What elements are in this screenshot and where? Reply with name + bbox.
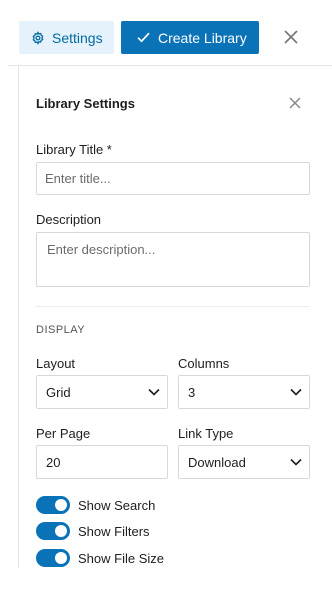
display-section-title: DISPLAY (36, 324, 86, 336)
chevron-down-icon (290, 458, 302, 466)
description-textarea[interactable] (36, 232, 310, 287)
show-file-size-label: Show File Size (78, 550, 164, 566)
link-type-label: Link Type (178, 426, 234, 441)
close-icon (284, 30, 298, 44)
show-search-label: Show Search (78, 497, 156, 513)
chevron-down-icon (290, 388, 302, 396)
section-divider (36, 306, 310, 307)
library-title-input[interactable] (36, 162, 310, 195)
show-filters-toggle[interactable]: Show Filters (36, 521, 150, 541)
toggle-switch[interactable] (36, 496, 70, 514)
link-type-select[interactable]: Download (178, 445, 310, 479)
description-label: Description (36, 212, 102, 227)
settings-button-label: Settings (52, 29, 103, 46)
link-type-select-value: Download (188, 454, 246, 470)
per-page-input[interactable] (36, 445, 168, 479)
create-library-button[interactable]: Create Library (121, 21, 259, 54)
library-settings-panel: Library Settings Library Title * Descrip… (18, 66, 332, 568)
top-toolbar: Settings Create Library (0, 0, 332, 66)
toggle-switch[interactable] (36, 522, 70, 540)
layout-label: Layout (36, 356, 76, 371)
layout-select[interactable]: Grid (36, 375, 168, 409)
columns-select[interactable]: 3 (178, 375, 310, 409)
settings-button[interactable]: Settings (19, 21, 114, 54)
columns-label: Columns (178, 356, 230, 371)
panel-title: Library Settings (36, 96, 135, 111)
show-file-size-toggle[interactable]: Show File Size (36, 548, 164, 568)
chevron-down-icon (148, 388, 160, 396)
show-search-toggle[interactable]: Show Search (36, 495, 155, 515)
check-icon (137, 32, 150, 43)
create-library-label: Create Library (158, 29, 247, 46)
close-panel-button[interactable] (284, 92, 306, 114)
toggle-switch[interactable] (36, 549, 70, 567)
close-button[interactable] (279, 25, 303, 49)
show-filters-label: Show Filters (78, 523, 150, 539)
library-title-label: Library Title * (36, 142, 112, 157)
gear-icon (31, 30, 45, 45)
layout-select-value: Grid (46, 384, 71, 400)
close-icon (289, 97, 301, 109)
panel-header: Library Settings (36, 94, 306, 114)
columns-select-value: 3 (188, 384, 196, 400)
per-page-label: Per Page (36, 426, 91, 441)
